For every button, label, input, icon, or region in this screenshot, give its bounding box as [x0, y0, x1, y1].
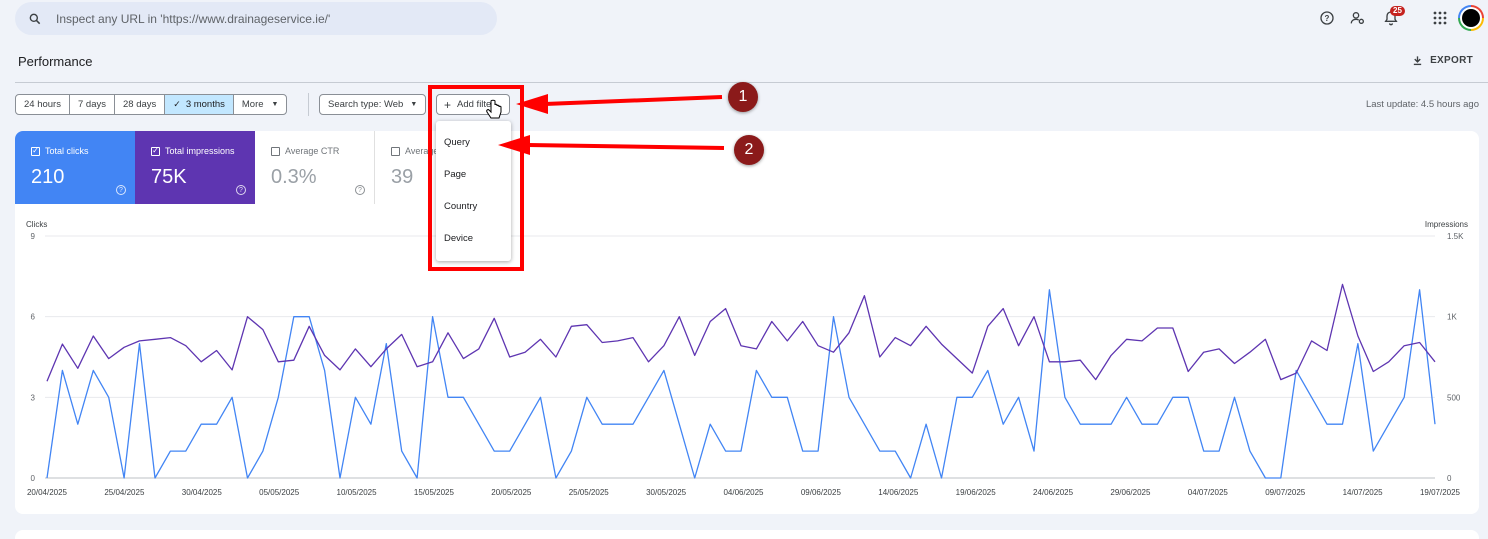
x-tick-label: 14/06/2025 [878, 488, 919, 497]
search-placeholder: Inspect any URL in 'https://www.drainage… [56, 11, 331, 26]
x-tick-label: 09/07/2025 [1265, 488, 1306, 497]
date-range-24-hours[interactable]: 24 hours [16, 95, 70, 114]
x-tick-label: 04/06/2025 [723, 488, 764, 497]
apps-grid-icon[interactable] [1431, 9, 1449, 27]
page-title: Performance [18, 54, 93, 69]
help-icon[interactable]: ? [1318, 9, 1336, 27]
x-tick-label: 20/04/2025 [27, 488, 68, 497]
series-line-impressions [46, 283, 1436, 382]
x-tick-label: 30/05/2025 [646, 488, 687, 497]
url-inspection-search[interactable]: Inspect any URL in 'https://www.drainage… [15, 2, 497, 35]
download-icon [1413, 56, 1422, 66]
x-tick-label: 30/04/2025 [182, 488, 223, 497]
right-tick-label: 1.5K [1447, 232, 1464, 241]
search-type-chip[interactable]: Search type: Web ▼ [319, 94, 427, 115]
filter-separator [308, 93, 309, 116]
x-tick-label: 05/05/2025 [259, 488, 300, 497]
x-tick-label: 09/06/2025 [801, 488, 842, 497]
x-tick-label: 15/05/2025 [414, 488, 455, 497]
x-tick-label: 04/07/2025 [1188, 488, 1229, 497]
right-axis-label: Impressions [1425, 220, 1468, 229]
date-range-more[interactable]: More ▼ [234, 95, 287, 114]
performance-chart: 0 3 6 9 0 500 1K 1.5K Clicks Impressions 20/04/202… [26, 220, 1468, 497]
manage-users-icon[interactable] [1349, 9, 1367, 27]
right-tick-label: 1K [1447, 313, 1457, 322]
right-tick-label: 500 [1447, 393, 1461, 402]
date-range-selector: 24 hours 7 days 28 days ✓ 3 months More ▼ [15, 94, 288, 115]
x-tick-label: 20/05/2025 [491, 488, 532, 497]
date-range-3-months[interactable]: ✓ 3 months [165, 95, 234, 114]
notifications-count-badge: 25 [1390, 6, 1405, 16]
series-line-clicks [46, 289, 1436, 479]
x-tick-label: 25/05/2025 [569, 488, 610, 497]
left-tick-label: 0 [31, 474, 36, 483]
left-tick-label: 3 [31, 393, 36, 402]
svg-text:?: ? [1325, 14, 1330, 23]
export-label: EXPORT [1430, 55, 1473, 66]
account-avatar[interactable] [1458, 5, 1484, 31]
x-tick-label: 19/06/2025 [956, 488, 997, 497]
right-tick-label: 0 [1447, 474, 1452, 483]
x-tick-label: 25/04/2025 [104, 488, 145, 497]
notifications-icon[interactable]: 25 [1382, 6, 1405, 27]
search-icon [29, 13, 41, 24]
x-tick-label: 14/07/2025 [1343, 488, 1384, 497]
left-tick-label: 9 [31, 232, 36, 241]
x-tick-label: 29/06/2025 [1110, 488, 1151, 497]
x-tick-label: 19/07/2025 [1420, 488, 1461, 497]
date-range-28-days[interactable]: 28 days [115, 95, 166, 114]
queries-card [15, 530, 1479, 539]
annotation-badge-1: 1 [728, 82, 758, 112]
date-range-7-days[interactable]: 7 days [70, 95, 115, 114]
x-tick-label: 10/05/2025 [337, 488, 378, 497]
check-icon: ✓ [173, 99, 181, 109]
dropdown-arrow-icon: ▼ [410, 101, 418, 108]
last-update-text: Last update: 4.5 hours ago [1365, 99, 1479, 110]
performance-card: ✓ Total clicks 210 ? ✓ Total impressions 7… [15, 131, 1479, 514]
dropdown-arrow-icon: ▼ [271, 101, 279, 108]
annotation-badge-2: 2 [734, 135, 764, 165]
export-button[interactable]: EXPORT [1412, 55, 1473, 66]
x-tick-label: 24/06/2025 [1033, 488, 1074, 497]
annotation-highlight-box [428, 85, 524, 271]
annotation-arrow-1 [516, 94, 723, 114]
left-tick-label: 6 [31, 313, 36, 322]
left-axis-label: Clicks [26, 220, 47, 229]
header-divider [15, 82, 1488, 83]
